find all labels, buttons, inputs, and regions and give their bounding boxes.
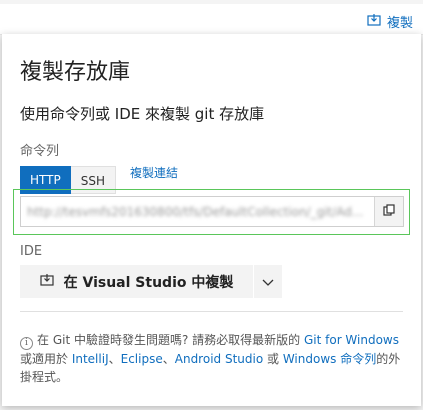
ide-options-dropdown[interactable]: [254, 265, 282, 298]
link-git-for-windows[interactable]: Git for Windows: [304, 333, 399, 347]
top-bar: 複製: [0, 0, 423, 35]
clone-in-visual-studio-label: 在 Visual Studio 中複製: [63, 274, 234, 291]
clone-menu-label: 複製: [386, 16, 413, 31]
info-text: 在 Git 中驗證時發生問題嗎? 請務必取得最新版的: [37, 333, 304, 347]
link-windows-command-line[interactable]: Windows 命令列: [283, 352, 376, 366]
chevron-down-icon: [262, 272, 274, 291]
clone-url-text[interactable]: http://tesvmfs201630800/tfs/DefaultColle…: [21, 205, 374, 219]
info-separator: 、: [108, 352, 121, 366]
info-icon: i: [20, 337, 33, 350]
info-text: 或: [263, 352, 283, 366]
copy-icon: [382, 202, 396, 221]
clone-icon: [367, 13, 381, 31]
link-intellij[interactable]: IntelliJ: [72, 352, 109, 366]
ide-label: IDE: [20, 244, 43, 259]
clone-repository-panel: 複製存放庫 使用命令列或 IDE 來複製 git 存放庫 命令列 HTTP SS…: [2, 34, 421, 406]
panel-subtitle: 使用命令列或 IDE 來複製 git 存放庫: [20, 105, 265, 123]
link-android-studio[interactable]: Android Studio: [175, 352, 263, 366]
panel-title: 複製存放庫: [20, 60, 131, 85]
clone-icon: [40, 273, 54, 291]
copy-url-button[interactable]: [374, 197, 403, 226]
info-text: 或適用於: [20, 352, 72, 366]
top-strip: [0, 0, 423, 4]
info-message: i 在 Git 中驗證時發生問題嗎? 請務必取得最新版的 Git for Wind…: [20, 331, 410, 386]
clone-in-visual-studio-button[interactable]: 在 Visual Studio 中複製: [20, 265, 253, 298]
info-separator: 、: [162, 352, 175, 366]
clone-url-field[interactable]: http://tesvmfs201630800/tfs/DefaultColle…: [20, 196, 404, 227]
divider: [20, 311, 403, 312]
link-eclipse[interactable]: Eclipse: [121, 352, 163, 366]
copy-link[interactable]: 複製連結: [130, 164, 178, 181]
clone-menu-button[interactable]: 複製: [367, 12, 413, 31]
clone-in-ide-button: 在 Visual Studio 中複製: [20, 265, 282, 298]
command-line-label: 命令列: [20, 144, 60, 159]
